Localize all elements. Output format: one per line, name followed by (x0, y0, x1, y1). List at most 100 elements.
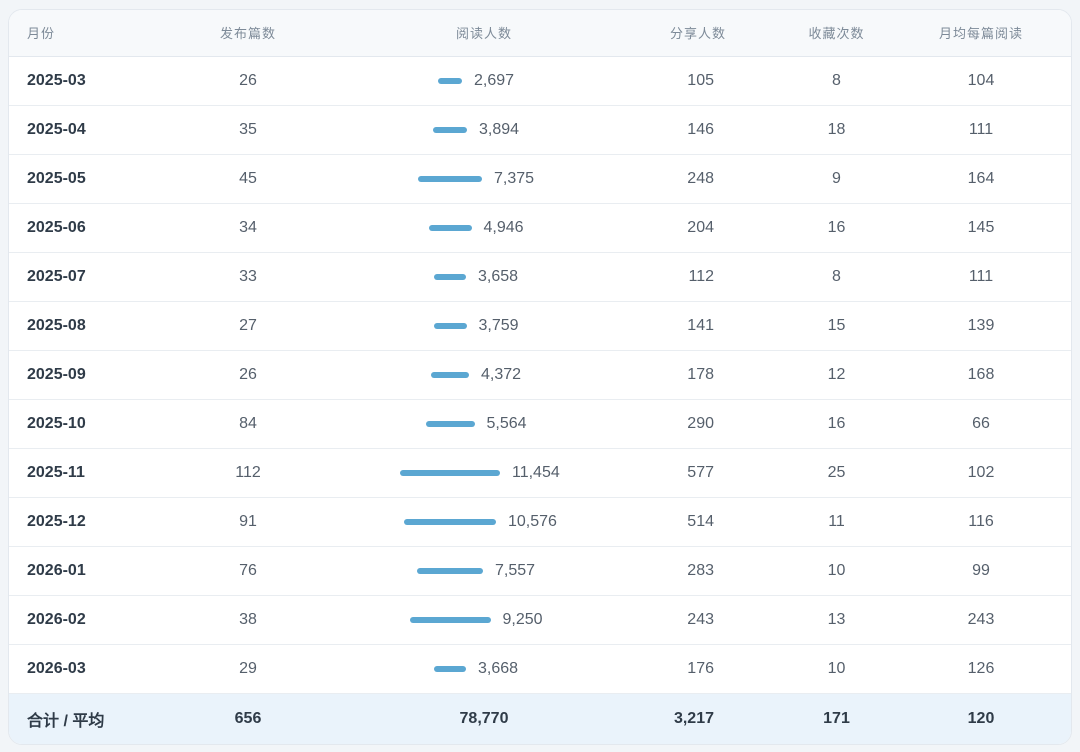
posts-cell: 33 (137, 252, 359, 302)
favorites-cell: 10 (784, 546, 889, 596)
month-cell: 2025-05 (9, 154, 137, 204)
avg-reads-cell: 66 (889, 399, 1071, 449)
monthly-stats-table-card: 月份 发布篇数 阅读人数 分享人数 收藏次数 月均每篇阅读 2025-03 26 2… (8, 9, 1072, 745)
month-cell: 2025-09 (9, 350, 137, 400)
reads-value: 3,658 (478, 268, 519, 285)
favorites-cell: 8 (784, 56, 889, 106)
table-row: 2025-03 26 2,697 105 8 104 (9, 56, 1071, 106)
reads-bar-group: 5,564 (425, 415, 543, 433)
reads-cell: 7,375 (359, 154, 609, 204)
shares-cell: 290 (609, 399, 784, 449)
table-row: 2025-11 112 11,454 577 25 102 (9, 448, 1071, 498)
month-cell: 2025-03 (9, 56, 137, 106)
reads-cell: 9,250 (359, 595, 609, 645)
favorites-cell: 8 (784, 252, 889, 302)
posts-cell: 29 (137, 644, 359, 694)
reads-cell: 4,946 (359, 203, 609, 253)
total-label: 合计 / 平均 (27, 713, 105, 731)
posts-cell: 38 (137, 595, 359, 645)
avg-reads-cell: 99 (889, 546, 1071, 596)
posts-cell: 34 (137, 203, 359, 253)
header-avg-reads: 月均每篇阅读 (889, 10, 1071, 57)
reads-bar-group: 7,557 (417, 562, 551, 580)
total-reads: 78,770 (459, 710, 509, 728)
favorites-cell: 16 (784, 399, 889, 449)
avg-reads-cell: 145 (889, 203, 1071, 253)
reads-value: 7,557 (495, 562, 536, 579)
posts-cell: 35 (137, 105, 359, 155)
favorites-cell: 13 (784, 595, 889, 645)
reads-value: 3,894 (479, 121, 520, 138)
month-cell: 2025-11 (9, 448, 137, 498)
month-cell: 2026-02 (9, 595, 137, 645)
reads-bar-group: 4,946 (428, 219, 540, 237)
reads-value: 11,454 (512, 464, 560, 481)
total-avg-reads: 120 (967, 710, 995, 728)
header-posts: 发布篇数 (137, 10, 359, 57)
reads-bar-group: 3,894 (433, 121, 535, 139)
favorites-cell: 12 (784, 350, 889, 400)
reads-bar (409, 617, 491, 623)
table-row: 2025-08 27 3,759 141 15 139 (9, 301, 1071, 351)
avg-reads-cell: 243 (889, 595, 1071, 645)
reads-bar (433, 323, 467, 329)
avg-reads-cell: 168 (889, 350, 1071, 400)
reads-value: 5,564 (486, 415, 527, 432)
reads-bar (433, 127, 467, 133)
reads-bar-group: 11,454 (400, 464, 568, 482)
reads-bar-group: 4,372 (431, 366, 537, 384)
posts-cell: 27 (137, 301, 359, 351)
reads-value: 4,946 (483, 219, 524, 236)
table-body: 2025-03 26 2,697 105 8 104 2025-04 35 3,894 146 18… (9, 56, 1071, 694)
table-row: 2025-06 34 4,946 204 16 145 (9, 203, 1071, 253)
reads-cell: 3,894 (359, 105, 609, 155)
shares-cell: 243 (609, 595, 784, 645)
reads-value: 3,759 (478, 317, 519, 334)
shares-cell: 178 (609, 350, 784, 400)
reads-bar (434, 274, 466, 280)
table-row: 2026-03 29 3,668 176 10 126 (9, 644, 1071, 694)
reads-bar (428, 225, 472, 231)
reads-value: 10,576 (508, 513, 557, 530)
month-cell: 2025-10 (9, 399, 137, 449)
reads-bar-group: 10,576 (404, 513, 564, 531)
reads-bar (417, 568, 483, 574)
month-cell: 2025-04 (9, 105, 137, 155)
table-header-row: 月份 发布篇数 阅读人数 分享人数 收藏次数 月均每篇阅读 (9, 10, 1071, 57)
shares-cell: 204 (609, 203, 784, 253)
table-row: 2025-05 45 7,375 248 9 164 (9, 154, 1071, 204)
reads-cell: 11,454 (359, 448, 609, 498)
avg-reads-cell: 111 (889, 105, 1071, 155)
reads-bar (438, 78, 462, 84)
reads-cell: 7,557 (359, 546, 609, 596)
month-cell: 2025-07 (9, 252, 137, 302)
favorites-cell: 10 (784, 644, 889, 694)
favorites-cell: 18 (784, 105, 889, 155)
reads-value: 7,375 (494, 170, 535, 187)
reads-cell: 4,372 (359, 350, 609, 400)
month-cell: 2025-08 (9, 301, 137, 351)
table-row: 2025-12 91 10,576 514 11 116 (9, 497, 1071, 547)
favorites-cell: 9 (784, 154, 889, 204)
table-row: 2025-07 33 3,658 112 8 111 (9, 252, 1071, 302)
table-row: 2025-09 26 4,372 178 12 168 (9, 350, 1071, 400)
total-row: 合计 / 平均 656 78,770 3,217 171 120 (9, 693, 1071, 744)
posts-cell: 26 (137, 350, 359, 400)
month-cell: 2026-03 (9, 644, 137, 694)
reads-bar-group: 3,668 (434, 660, 534, 678)
reads-value: 3,668 (478, 660, 519, 677)
reads-bar-group: 7,375 (418, 170, 550, 188)
table-row: 2026-02 38 9,250 243 13 243 (9, 595, 1071, 645)
avg-reads-cell: 102 (889, 448, 1071, 498)
table-row: 2026-01 76 7,557 283 10 99 (9, 546, 1071, 596)
shares-cell: 146 (609, 105, 784, 155)
reads-cell: 2,697 (359, 56, 609, 106)
total-favorites: 171 (823, 710, 850, 728)
total-shares: 3,217 (673, 710, 714, 728)
shares-cell: 248 (609, 154, 784, 204)
favorites-cell: 25 (784, 448, 889, 498)
posts-cell: 76 (137, 546, 359, 596)
shares-cell: 141 (609, 301, 784, 351)
reads-value: 4,372 (481, 366, 522, 383)
table-row: 2025-04 35 3,894 146 18 111 (9, 105, 1071, 155)
